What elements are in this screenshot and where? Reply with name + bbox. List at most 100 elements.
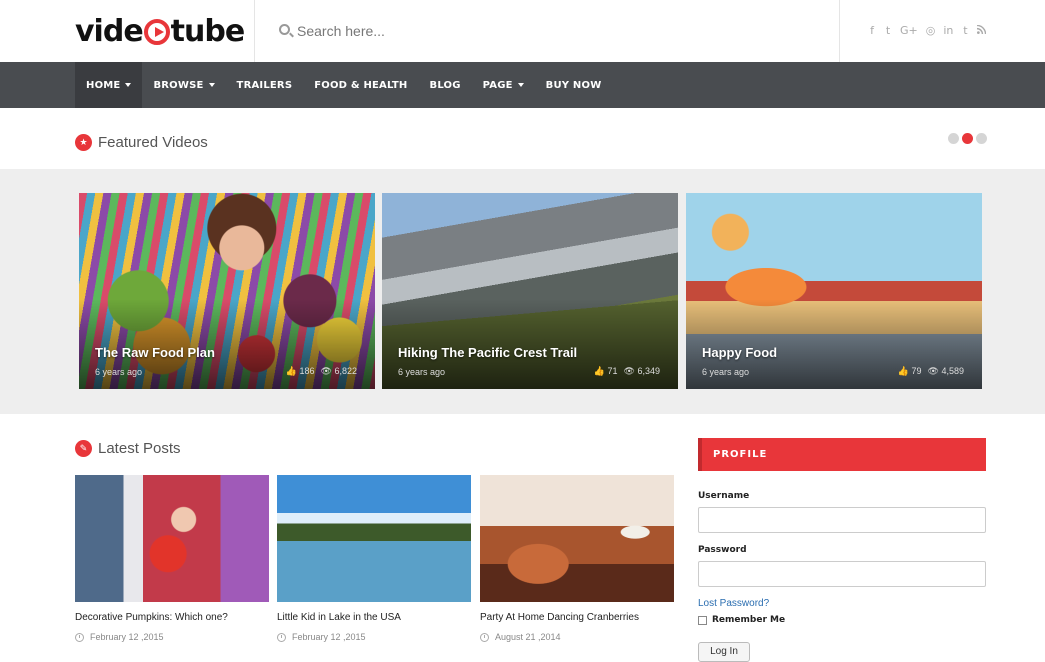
nav-item-buy-now[interactable]: BUY NOW	[535, 62, 613, 108]
password-field[interactable]	[698, 561, 986, 587]
post-pumpkins[interactable]: Decorative Pumpkins: Which one? February…	[75, 475, 269, 642]
nav-label: HOME	[86, 79, 121, 91]
featured-card-happy-food[interactable]: Happy Food 6 years ago 👍 79 👁 4,589	[686, 193, 982, 389]
nav-item-food-health[interactable]: FOOD & HEALTH	[303, 62, 418, 108]
card-age: 6 years ago	[398, 367, 446, 377]
username-label: Username	[698, 491, 750, 501]
views-value: 6,822	[334, 366, 357, 376]
likes-value: 79	[911, 366, 922, 376]
site-logo[interactable]: vide tube	[75, 13, 246, 49]
carousel-dot-3[interactable]	[976, 133, 987, 144]
nav-label: TRAILERS	[236, 79, 293, 91]
card-age: 6 years ago	[702, 367, 750, 377]
post-date-text: February 12 ,2015	[292, 632, 366, 642]
password-label: Password	[698, 545, 747, 555]
likes-value: 71	[607, 366, 618, 376]
rss-icon[interactable]	[977, 24, 987, 37]
carousel-dots	[948, 133, 987, 144]
nav-label: BLOG	[429, 79, 461, 91]
post-thumbnail	[480, 475, 674, 602]
featured-heading: ★ Featured Videos	[75, 134, 208, 151]
caret-down-icon	[125, 83, 132, 87]
featured-card-hiking[interactable]: Hiking The Pacific Crest Trail 6 years a…	[382, 193, 678, 389]
nav-item-page[interactable]: PAGE	[472, 62, 535, 108]
featured-card-raw-food[interactable]: The Raw Food Plan 6 years ago 👍 186 👁 6,…	[79, 193, 375, 389]
nav-label: BROWSE	[153, 79, 204, 91]
card-title: Hiking The Pacific Crest Trail	[398, 345, 578, 360]
views-value: 4,589	[941, 366, 964, 376]
like-count: 👍 71	[594, 366, 618, 377]
card-stats: 👍 71 👁 6,349	[594, 366, 660, 377]
nav-label: PAGE	[482, 79, 513, 91]
post-title: Party At Home Dancing Cranberries	[480, 612, 639, 623]
twitter-icon[interactable]: t	[884, 24, 892, 37]
clock-icon	[277, 632, 286, 642]
search-icon	[279, 24, 290, 35]
carousel-dot-2[interactable]	[962, 133, 973, 144]
likes-value: 186	[299, 366, 315, 376]
nav-item-browse[interactable]: BROWSE	[142, 62, 225, 108]
view-count: 👁 6,349	[624, 366, 660, 377]
nav-label: BUY NOW	[545, 79, 602, 91]
carousel-dot-1[interactable]	[948, 133, 959, 144]
thumbs-up-icon: 👍	[285, 366, 297, 376]
search-input[interactable]	[297, 18, 817, 44]
card-title: Happy Food	[702, 345, 778, 360]
site-header: vide tube f t G+ ◎ in t	[0, 0, 1045, 62]
post-date-text: August 21 ,2014	[495, 632, 561, 642]
facebook-icon[interactable]: f	[868, 24, 876, 37]
featured-heading-text: Featured Videos	[98, 134, 208, 151]
post-title: Decorative Pumpkins: Which one?	[75, 612, 228, 623]
views-value: 6,349	[637, 366, 660, 376]
card-stats: 👍 186 👁 6,822	[286, 366, 357, 377]
tumblr-icon[interactable]: t	[961, 24, 969, 37]
post-date-text: February 12 ,2015	[90, 632, 164, 642]
post-thumbnail	[75, 475, 269, 602]
view-count: 👁 4,589	[928, 366, 964, 377]
username-field[interactable]	[698, 507, 986, 533]
eye-icon: 👁	[623, 366, 635, 376]
card-stats: 👍 79 👁 4,589	[898, 366, 964, 377]
social-links: f t G+ ◎ in t	[868, 24, 987, 37]
pencil-icon: ✎	[75, 440, 92, 457]
logo-text-right: tube	[170, 13, 246, 49]
eye-icon: 👁	[320, 366, 332, 376]
post-date: August 21 ,2014	[480, 632, 674, 642]
thumbs-up-icon: 👍	[593, 366, 605, 376]
rss-glyph	[977, 24, 987, 35]
view-count: 👁 6,822	[321, 366, 357, 377]
search-box	[254, 0, 840, 62]
lost-password-link[interactable]: Lost Password?	[698, 598, 769, 609]
eye-icon: 👁	[927, 366, 939, 376]
post-date: February 12 ,2015	[277, 632, 471, 642]
linkedin-icon[interactable]: in	[943, 24, 953, 37]
nav-item-home[interactable]: HOME	[75, 62, 143, 108]
main-nav: HOME BROWSE TRAILERS FOOD & HEALTH BLOG …	[0, 62, 1045, 108]
profile-heading: PROFILE	[698, 438, 986, 471]
nav-label: FOOD & HEALTH	[314, 79, 408, 91]
like-count: 👍 186	[286, 366, 315, 377]
remember-checkbox[interactable]	[698, 615, 707, 625]
instagram-icon[interactable]: ◎	[926, 24, 936, 37]
card-age: 6 years ago	[95, 367, 143, 377]
card-title: The Raw Food Plan	[95, 345, 215, 360]
google-plus-icon[interactable]: G+	[900, 24, 918, 37]
remember-me[interactable]: Remember Me	[698, 615, 785, 625]
latest-heading-text: Latest Posts	[98, 440, 181, 457]
clock-icon	[75, 632, 84, 642]
play-logo-icon	[143, 19, 170, 45]
post-title: Little Kid in Lake in the USA	[277, 612, 401, 623]
nav-item-trailers[interactable]: TRAILERS	[226, 62, 304, 108]
latest-heading: ✎ Latest Posts	[75, 440, 181, 457]
post-thumbnail	[277, 475, 471, 602]
thumbs-up-icon: 👍	[897, 366, 909, 376]
star-icon: ★	[75, 134, 92, 151]
nav-item-blog[interactable]: BLOG	[419, 62, 472, 108]
logo-text-left: vide	[75, 13, 144, 49]
post-party-cranberries[interactable]: Party At Home Dancing Cranberries August…	[480, 475, 674, 642]
remember-me-label: Remember Me	[712, 615, 786, 625]
post-kid-lake[interactable]: Little Kid in Lake in the USA February 1…	[277, 475, 471, 642]
like-count: 👍 79	[898, 366, 922, 377]
post-date: February 12 ,2015	[75, 632, 269, 642]
login-button[interactable]: Log In	[698, 642, 750, 662]
